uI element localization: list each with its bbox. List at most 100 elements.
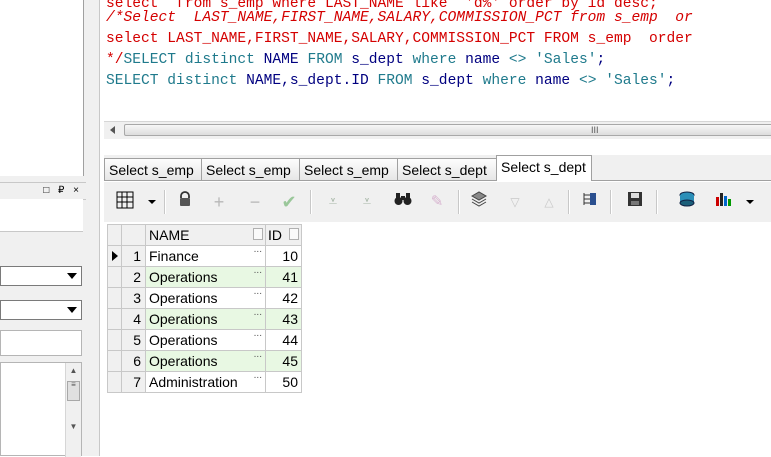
cell-ellipsis-icon[interactable]: ... (254, 328, 262, 339)
cell-ellipsis-icon[interactable]: ... (254, 349, 262, 360)
cell-name[interactable]: Operations... (145, 307, 266, 330)
cell-id[interactable]: 50 (265, 371, 302, 393)
code-token: /*Select LAST_NAME,FIRST_NAME,SALARY,COM… (106, 10, 693, 26)
cell-ellipsis-icon[interactable]: ... (254, 265, 262, 276)
table-row[interactable]: 6 Operations... 45 (107, 349, 302, 372)
cell-name-text: Operations (149, 353, 218, 369)
sort-asc-icon[interactable]: △ (538, 191, 560, 213)
delete-row-icon[interactable]: − (244, 191, 266, 213)
lock-icon[interactable] (174, 191, 196, 213)
row-indicator[interactable] (107, 350, 122, 372)
cell-id[interactable]: 45 (265, 350, 302, 372)
result-grid[interactable]: NAME ID 1 Finance... 10 2 Operations... 41 3 Op… (107, 224, 302, 393)
code-line[interactable]: SELECT distinct NAME,s_dept.ID FROM s_de… (106, 71, 675, 92)
result-tab[interactable]: Select s_emp (104, 158, 202, 180)
cell-ellipsis-icon[interactable]: ... (254, 307, 262, 318)
binoculars-icon[interactable] (392, 191, 414, 213)
schema-dropdown[interactable] (0, 266, 82, 286)
cell-ellipsis-icon[interactable]: ... (254, 286, 262, 297)
filter-input[interactable] (0, 330, 82, 356)
table-row[interactable]: 4 Operations... 43 (107, 307, 302, 330)
code-token: FROM (307, 52, 352, 68)
result-grid-area: NAME ID 1 Finance... 10 2 Operations... 41 3 Op… (104, 222, 771, 456)
panel-splitter[interactable] (86, 0, 100, 456)
add-row-icon[interactable]: + (208, 191, 230, 213)
cell-name[interactable]: Administration... (145, 370, 266, 393)
table-row[interactable]: 2 Operations... 41 (107, 265, 302, 288)
result-tab[interactable]: Select s_emp (299, 158, 398, 180)
cell-id[interactable]: 10 (265, 245, 302, 267)
scroll-down-icon[interactable]: ▼ (66, 419, 81, 435)
cell-name[interactable]: Operations... (145, 328, 266, 351)
cell-name[interactable]: Operations... (145, 286, 266, 309)
result-tab[interactable]: Select s_emp (201, 158, 300, 180)
table-row[interactable]: 7 Administration... 50 (107, 370, 302, 393)
sql-editor[interactable]: select from s_emp where LAST_NAME like '… (100, 0, 771, 120)
export-icon[interactable] (676, 191, 698, 213)
code-token: s_dept (351, 52, 413, 68)
row-indicator[interactable] (107, 245, 122, 267)
row-indicator[interactable] (107, 287, 122, 309)
fetch-next-icon[interactable]: ⩡ (322, 191, 344, 213)
sort-desc-icon[interactable]: ▽ (504, 191, 526, 213)
current-row-arrow-icon (112, 251, 118, 261)
cell-name[interactable]: Operations... (145, 349, 266, 372)
table-row[interactable]: 5 Operations... 44 (107, 328, 302, 351)
cell-id[interactable]: 42 (265, 287, 302, 309)
toolbar-separator (164, 190, 166, 214)
row-indicator[interactable] (107, 266, 122, 288)
table-row[interactable]: 3 Operations... 42 (107, 286, 302, 309)
horizontal-scrollbar[interactable]: III (104, 121, 771, 139)
row-indicator[interactable] (107, 371, 122, 393)
code-token: 'Sales' (605, 73, 667, 89)
table-row[interactable]: 1 Finance... 10 (107, 244, 302, 267)
fetch-all-icon[interactable]: ⩡ (356, 191, 378, 213)
column-menu-icon[interactable] (289, 228, 299, 240)
tree-view-icon[interactable] (578, 191, 600, 213)
code-line[interactable]: /*Select LAST_NAME,FIRST_NAME,SALARY,COM… (106, 8, 693, 29)
result-tab[interactable]: Select s_dept (397, 158, 497, 180)
grid-view-icon[interactable] (114, 191, 136, 213)
chevron-down-icon[interactable] (148, 200, 156, 204)
code-token: where (412, 52, 466, 68)
code-token: FROM (377, 73, 422, 89)
row-number: 6 (121, 350, 146, 372)
column-header-name[interactable]: NAME (145, 224, 266, 246)
result-tabs: Select s_emp Select s_emp Select s_emp Sele… (104, 155, 771, 181)
cell-id[interactable]: 41 (265, 266, 302, 288)
scroll-thumb[interactable]: III (124, 124, 771, 136)
scroll-up-icon[interactable]: ▲ (66, 363, 81, 379)
cell-id[interactable]: 43 (265, 308, 302, 330)
scroll-thumb[interactable]: ≡ (67, 381, 80, 401)
object-tree-area[interactable] (0, 0, 84, 176)
code-token: SELECT distinct (123, 52, 264, 68)
cell-name[interactable]: Operations... (145, 265, 266, 288)
object-type-dropdown[interactable] (0, 300, 82, 320)
clear-icon[interactable]: ✎ (426, 191, 448, 213)
row-number: 2 (121, 266, 146, 288)
chart-icon[interactable] (712, 191, 734, 213)
code-line[interactable]: */SELECT distinct NAME FROM s_dept where… (106, 50, 605, 71)
save-icon[interactable] (624, 191, 646, 213)
vertical-scrollbar[interactable]: ▲ ≡ ▼ (65, 363, 81, 457)
cell-id[interactable]: 44 (265, 329, 302, 351)
column-menu-icon[interactable] (253, 228, 263, 240)
row-indicator[interactable] (107, 308, 122, 330)
dock-window-buttons[interactable]: □ ₽ × (43, 183, 82, 199)
toolbar-separator (610, 190, 612, 214)
code-token: NAME,s_dept.ID (246, 73, 378, 89)
cell-ellipsis-icon[interactable]: ... (254, 244, 262, 255)
cell-ellipsis-icon[interactable]: ... (254, 370, 262, 381)
object-list[interactable]: ▲ ≡ ▼ (0, 362, 82, 457)
scroll-left-icon[interactable] (110, 126, 115, 134)
chevron-down-icon[interactable] (746, 200, 754, 204)
post-edit-icon[interactable]: ✔ (278, 191, 300, 213)
refresh-data-icon[interactable] (468, 191, 490, 213)
column-header-id[interactable]: ID (265, 224, 302, 246)
cell-name-text: Operations (149, 269, 218, 285)
row-indicator[interactable] (107, 329, 122, 351)
cell-name[interactable]: Finance... (145, 244, 266, 267)
result-tab[interactable]: Select s_dept (496, 155, 592, 181)
toolbar-separator (458, 190, 460, 214)
code-line[interactable]: select LAST_NAME,FIRST_NAME,SALARY,COMMI… (106, 29, 693, 50)
